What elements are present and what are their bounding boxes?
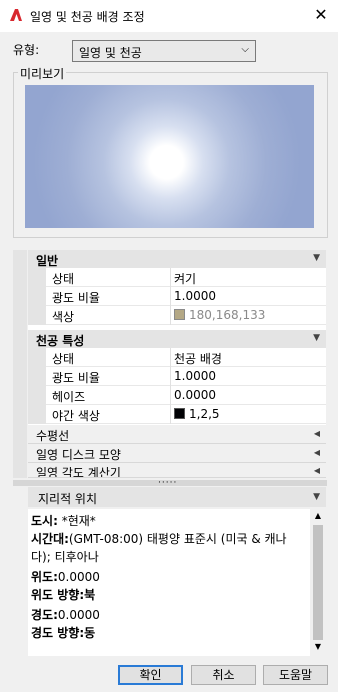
geo-line-latitude: 위도:0.0000: [31, 570, 100, 584]
properties-gutter: [13, 250, 27, 478]
geo-info-text: 도시: *현재* 시간대:(GMT-08:00) 태평양 표준시 (미국 & 캐…: [28, 509, 310, 656]
expand-arrow-icon[interactable]: ◀: [314, 448, 320, 457]
help-button[interactable]: 도움말: [263, 665, 328, 685]
scroll-thumb[interactable]: [313, 525, 323, 640]
prop-name: 헤이즈: [52, 390, 86, 404]
geo-scrollbar[interactable]: ▲ ▼: [310, 509, 326, 656]
prop-name: 상태: [52, 272, 75, 286]
prop-row-intensity[interactable]: 광도 비율 1.0000: [28, 287, 326, 306]
prop-row-sky-status[interactable]: 상태 천공 배경: [28, 348, 326, 367]
chevron-down-icon: ⌵: [241, 44, 249, 55]
prop-value[interactable]: 천공 배경: [174, 350, 222, 367]
category-general[interactable]: 일반 ▼: [28, 250, 326, 268]
scroll-up-icon[interactable]: ▲: [310, 511, 326, 520]
category-horizon[interactable]: 수평선 ◀: [28, 425, 326, 444]
scroll-down-icon[interactable]: ▼: [310, 642, 326, 651]
category-label: 일영 디스크 모양: [36, 448, 121, 462]
color-value: 180,168,133: [189, 308, 266, 322]
prop-name: 색상: [52, 310, 75, 324]
geo-line-lat-direction: 위도 방향:북: [31, 588, 96, 602]
expand-arrow-icon[interactable]: ◀: [314, 429, 320, 438]
prop-value[interactable]: 180,168,133: [174, 308, 265, 322]
category-label: 일영 각도 계산기: [36, 466, 121, 478]
properties-panel: 일반 ▼ 상태 켜기 광도 비율 1.0000 색상 180,168,133 천…: [28, 250, 326, 478]
prop-row-night-color[interactable]: 야간 색상 1,2,5: [28, 405, 326, 424]
category-sky[interactable]: 천공 특성 ▼: [28, 330, 326, 348]
prop-name: 광도 비율: [52, 371, 100, 385]
geo-line-longitude: 경도:0.0000: [31, 608, 100, 622]
prop-row-color[interactable]: 색상 180,168,133: [28, 306, 326, 325]
prop-value[interactable]: 0.0000: [174, 388, 216, 402]
geo-header-label: 지리적 위치: [38, 492, 98, 506]
prop-name: 야간 색상: [52, 409, 100, 423]
type-label: 유형:: [13, 43, 40, 57]
color-value: 1,2,5: [189, 407, 220, 421]
ok-button[interactable]: 확인: [118, 665, 183, 685]
collapse-arrow-icon[interactable]: ▼: [313, 253, 320, 263]
geo-line-timezone: 시간대:(GMT-08:00) 태평양 표준시 (미국 & 캐나: [31, 532, 287, 546]
category-sky-label: 천공 특성: [36, 334, 85, 348]
prop-name: 상태: [52, 352, 75, 366]
geo-line-city: 도시: *현재*: [31, 514, 96, 528]
close-icon: ✕: [314, 5, 328, 24]
close-button[interactable]: ✕: [308, 3, 334, 27]
window-title: 일영 및 천공 배경 조정: [30, 10, 145, 24]
prop-value[interactable]: 1.0000: [174, 369, 216, 383]
cancel-button[interactable]: 취소: [191, 665, 256, 685]
prop-row-status[interactable]: 상태 켜기: [28, 268, 326, 287]
color-swatch-icon: [174, 309, 185, 320]
prop-value[interactable]: 1,2,5: [174, 407, 220, 421]
prop-row-haze[interactable]: 헤이즈 0.0000: [28, 386, 326, 405]
prop-name: 광도 비율: [52, 291, 100, 305]
collapse-arrow-icon[interactable]: ▼: [313, 492, 320, 502]
geo-line-timezone-cont: 다); 티후아나: [31, 550, 99, 564]
geo-line-lon-direction: 경도 방향:동: [31, 626, 96, 640]
title-bar: 일영 및 천공 배경 조정 ✕: [0, 0, 338, 32]
category-sun-disk[interactable]: 일영 디스크 모양 ◀: [28, 444, 326, 463]
category-sun-angle[interactable]: 일영 각도 계산기 ◀: [28, 463, 326, 478]
preview-label: 미리보기: [18, 65, 67, 82]
geo-header[interactable]: 지리적 위치 ▼: [28, 487, 326, 507]
category-label: 수평선: [36, 429, 70, 443]
sun-sky-preview: [25, 85, 314, 228]
type-select-value: 일영 및 천공: [79, 46, 142, 60]
prop-value[interactable]: 1.0000: [174, 289, 216, 303]
prop-value[interactable]: 켜기: [174, 270, 196, 287]
color-swatch-icon: [174, 408, 185, 419]
prop-row-sky-intensity[interactable]: 광도 비율 1.0000: [28, 367, 326, 386]
expand-arrow-icon[interactable]: ◀: [314, 466, 320, 475]
type-select[interactable]: 일영 및 천공 ⌵: [72, 40, 256, 62]
category-general-label: 일반: [36, 254, 59, 268]
collapse-arrow-icon[interactable]: ▼: [313, 333, 320, 343]
autocad-logo-icon: [10, 9, 22, 21]
